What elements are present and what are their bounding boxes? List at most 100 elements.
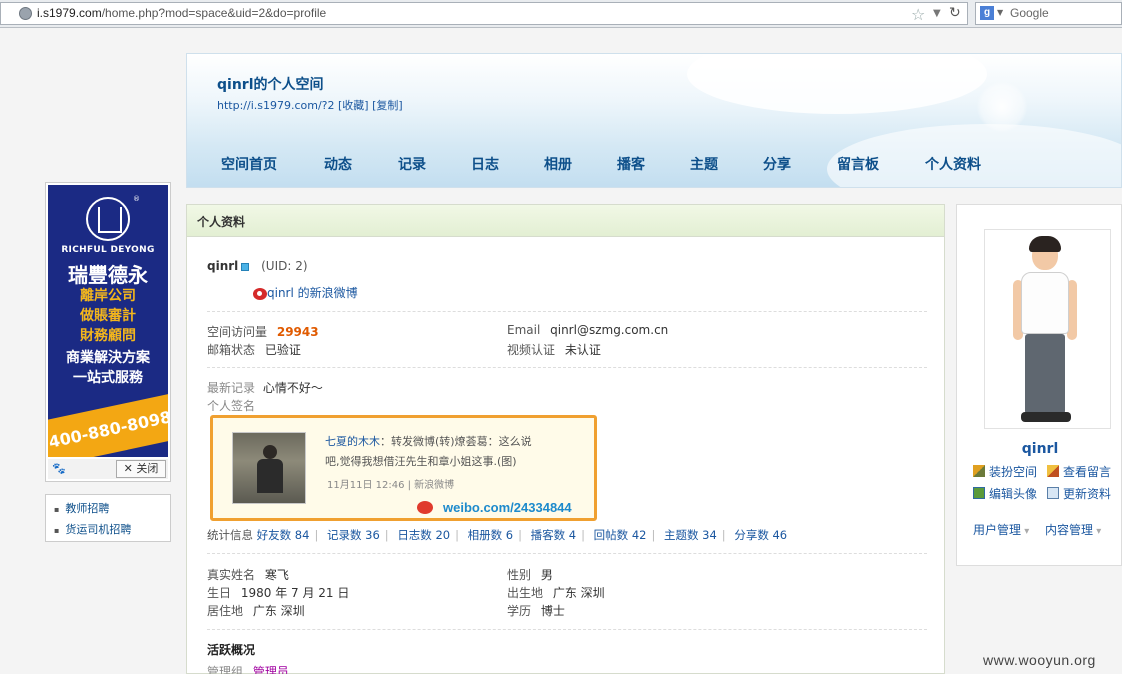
search-engine-label: Google — [1010, 6, 1049, 20]
nav-share[interactable]: 分享 — [763, 154, 837, 174]
divider — [207, 367, 927, 368]
stats-label: 统计信息 — [207, 528, 253, 542]
nav-threads[interactable]: 主题 — [690, 154, 763, 174]
side-link-driver[interactable]: 货运司机招聘 — [54, 520, 170, 541]
user-sidebar: qinrl 装扮空间 查看留言 编辑头像 更新资料 用户管理 内容管理 — [956, 204, 1122, 566]
education-value: 博士 — [540, 604, 565, 618]
birthday-value: 1980 年 7 月 21 日 — [240, 586, 350, 600]
weibo-url-link[interactable]: weibo.com/24334844 — [443, 500, 572, 515]
paw-icon: 🐾 — [52, 462, 66, 475]
weibo-signature-card[interactable]: 七夏的木木：转发微博(转)燎荟葛：这么说 吧,觉得我想借汪先生和章小姐这事.(图… — [210, 415, 597, 521]
url-domain: i.s1979.com — [37, 6, 102, 20]
latest-record-label: 最新记录 — [207, 381, 256, 395]
stat-threads[interactable]: 主题数 34 — [664, 528, 717, 542]
ad-line: 一站式服務 — [73, 370, 143, 386]
profile-panel: 个人资料 qinrl (UID: 2) qinrl 的新浪微博 空间访问量 29… — [186, 204, 945, 674]
profile-uid: (UID: 2) — [261, 259, 308, 273]
edit-avatar-link[interactable]: 编辑头像 — [973, 485, 1037, 502]
real-name-value: 寒飞 — [264, 568, 289, 582]
real-name-label: 真实姓名 — [207, 568, 256, 582]
nav-guestbook[interactable]: 留言板 — [837, 154, 925, 174]
nav-podcast[interactable]: 播客 — [617, 154, 690, 174]
ad-brand-cn: 瑞豐德永 — [68, 263, 148, 287]
signature-label: 个人签名 — [207, 399, 256, 413]
google-icon[interactable]: g — [980, 6, 994, 20]
stat-records[interactable]: 记录数 36 — [327, 528, 380, 542]
stat-albums[interactable]: 相册数 6 — [468, 528, 513, 542]
online-status-icon — [241, 262, 250, 271]
stat-podcasts[interactable]: 播客数 4 — [531, 528, 576, 542]
space-url[interactable]: http://i.s1979.com/?2 [收藏] [复制] — [217, 97, 403, 113]
visits-value: 29943 — [276, 325, 319, 339]
view-messages-link[interactable]: 查看留言 — [1047, 463, 1111, 480]
divider — [207, 311, 927, 312]
picture-icon — [973, 487, 985, 499]
divider — [207, 553, 927, 554]
decorate-space-link[interactable]: 装扮空间 — [973, 463, 1037, 480]
user-manage-menu[interactable]: 用户管理 — [973, 521, 1029, 538]
video-auth-value: 未认证 — [564, 343, 601, 357]
ad-phone: 400-880-8098 — [48, 392, 168, 457]
nav-profile[interactable]: 个人资料 — [925, 154, 1005, 174]
side-links: 教师招聘 货运司机招聘 — [45, 494, 171, 542]
residence-value: 广东 深圳 — [252, 604, 305, 618]
stat-blogs[interactable]: 日志数 20 — [397, 528, 450, 542]
address-bar[interactable]: i.s1979.com/home.php?mod=space&uid=2&do=… — [0, 2, 968, 25]
watermark: www.wooyun.org — [983, 652, 1096, 668]
reload-icon[interactable]: ↻ — [949, 5, 961, 21]
video-auth-label: 视频认证 — [507, 343, 556, 357]
stat-replies[interactable]: 回帖数 42 — [594, 528, 647, 542]
group-label: 管理组 — [207, 665, 244, 674]
url-path: /home.php?mod=space&uid=2&do=profile — [101, 6, 327, 20]
stat-shares[interactable]: 分享数 46 — [734, 528, 787, 542]
email-label: Email — [507, 323, 541, 337]
email-value: qinrl@szmg.com.cn — [550, 323, 669, 337]
nav-home[interactable]: 空间首页 — [221, 154, 324, 174]
dandelion-decoration — [977, 82, 1027, 132]
bookmark-star-icon[interactable]: ☆ — [911, 5, 925, 24]
dropdown-icon[interactable]: ▼ — [933, 8, 941, 19]
space-title[interactable]: qinrl的个人空间 — [217, 74, 324, 94]
group-value[interactable]: 管理员 — [253, 665, 289, 674]
mail-status-value: 已验证 — [264, 343, 301, 357]
cloud-decoration — [687, 54, 987, 114]
birthplace-label: 出生地 — [507, 586, 544, 600]
ad-container: ® RICHFUL DEYONG 瑞豐德永 離岸公司 做賬審計 財務顧問 商業解… — [45, 182, 171, 482]
gender-value: 男 — [540, 568, 553, 582]
visits-label: 空间访问量 — [207, 325, 268, 339]
stat-friends[interactable]: 好友数 84 — [257, 528, 310, 542]
update-profile-link[interactable]: 更新资料 — [1047, 485, 1111, 502]
sidebar-username[interactable]: qinrl — [957, 441, 1122, 457]
brand-logo-icon — [86, 197, 130, 241]
weibo-text-1: ：转发微博(转)燎荟葛：这么说 — [380, 435, 532, 448]
ad-close-button[interactable]: ✕ 关闭 — [116, 460, 166, 478]
profile-username[interactable]: qinrl — [207, 259, 238, 273]
weibo-profile-link[interactable]: qinrl 的新浪微博 — [267, 286, 358, 300]
nav-records[interactable]: 记录 — [398, 154, 471, 174]
weibo-text-2: 吧,觉得我想借汪先生和章小姐这事.(图) — [325, 455, 517, 468]
ad-brand-en: RICHFUL DEYONG — [61, 245, 155, 255]
residence-label: 居住地 — [207, 604, 244, 618]
pencil-icon — [1047, 465, 1059, 477]
avatar[interactable] — [984, 229, 1111, 429]
stats-row: 统计信息 好友数 84 | 记录数 36 | 日志数 20 | 相册数 6 | 播客数 … — [207, 528, 788, 542]
education-label: 学历 — [507, 604, 532, 618]
nav-album[interactable]: 相册 — [544, 154, 617, 174]
browser-toolbar: i.s1979.com/home.php?mod=space&uid=2&do=… — [0, 0, 1122, 28]
content-manage-menu[interactable]: 内容管理 — [1045, 521, 1101, 538]
ad-line: 財務顧問 — [80, 328, 136, 344]
search-box[interactable]: g ▼ Google — [975, 2, 1122, 25]
weibo-author[interactable]: 七夏的木木 — [325, 435, 380, 448]
nav-blog[interactable]: 日志 — [471, 154, 544, 174]
ad-line: 做賬審計 — [80, 308, 136, 324]
nav-feed[interactable]: 动态 — [324, 154, 398, 174]
globe-icon — [19, 7, 32, 20]
engine-dropdown-icon[interactable]: ▼ — [997, 8, 1003, 17]
weibo-post-image[interactable] — [232, 432, 306, 504]
panel-title: 个人资料 — [187, 205, 944, 237]
space-banner: qinrl的个人空间 http://i.s1979.com/?2 [收藏] [复… — [186, 53, 1122, 188]
side-link-teacher[interactable]: 教师招聘 — [54, 499, 170, 520]
ad-footer: 🐾 ✕ 关闭 — [48, 459, 168, 479]
ad-banner[interactable]: ® RICHFUL DEYONG 瑞豐德永 離岸公司 做賬審計 財務顧問 商業解… — [48, 185, 168, 457]
profile-card-icon — [1047, 487, 1059, 499]
